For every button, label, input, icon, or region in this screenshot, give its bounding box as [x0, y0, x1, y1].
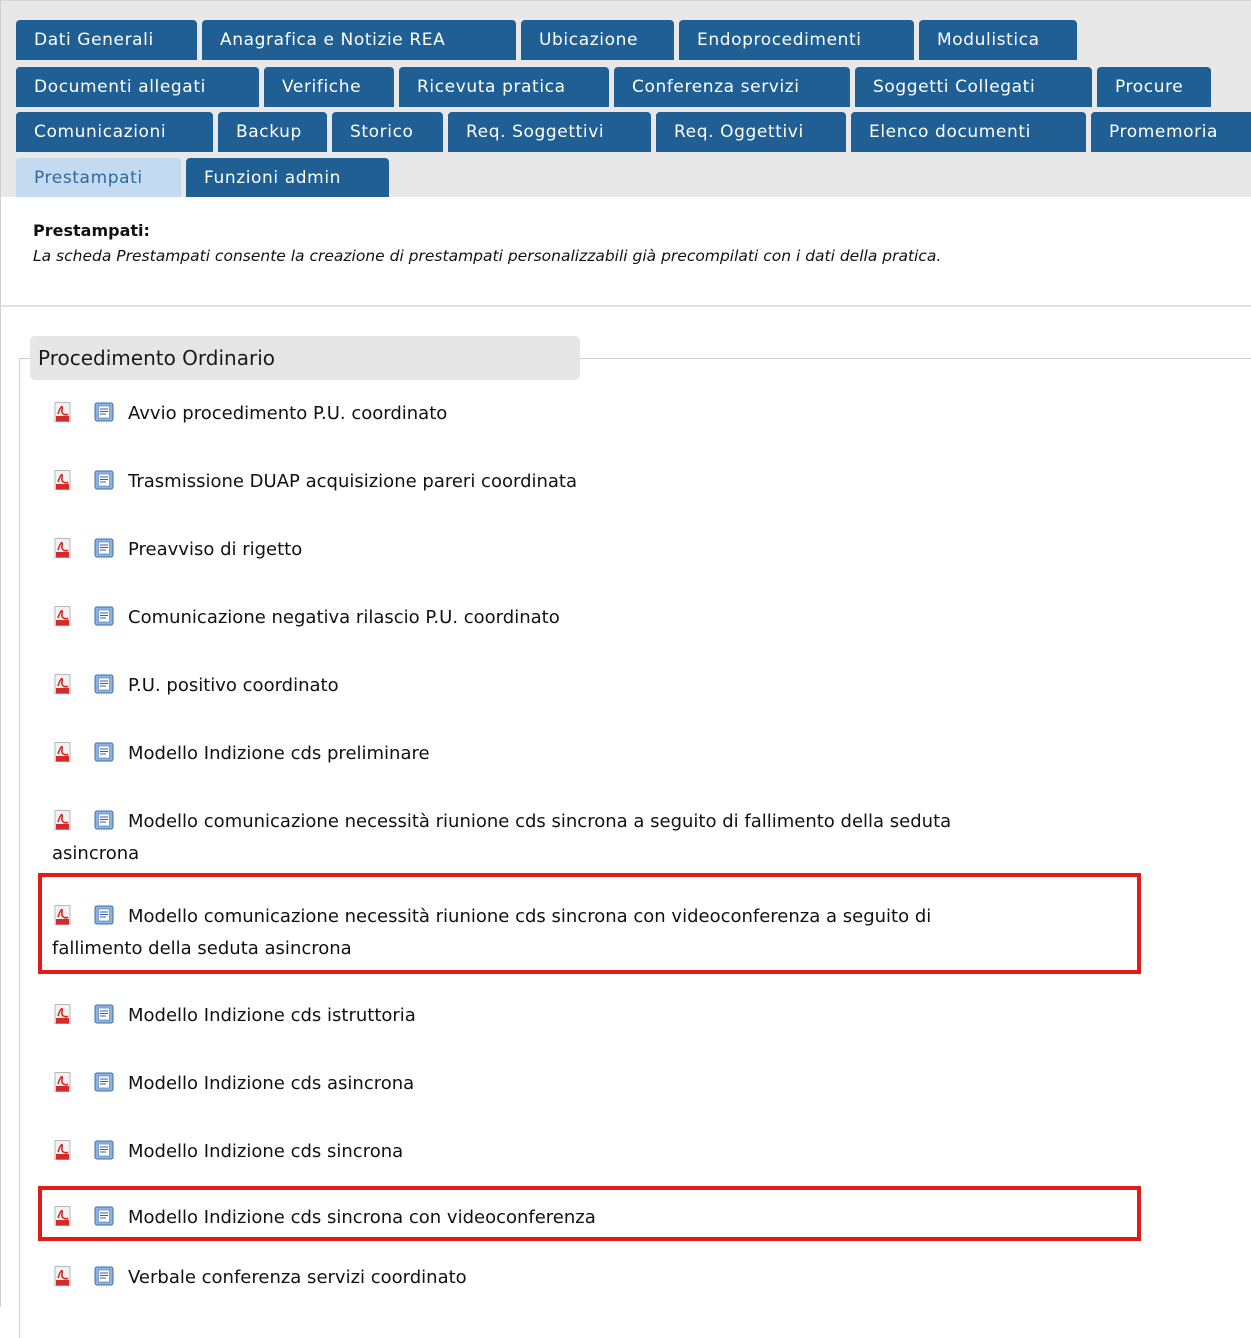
pdf-icon[interactable]	[54, 1003, 72, 1024]
tab-conferenza-servizi[interactable]: Conferenza servizi	[614, 67, 850, 107]
highlight-box-1	[38, 873, 1141, 974]
word-doc-icon[interactable]	[94, 605, 114, 626]
pdf-icon[interactable]	[54, 469, 72, 490]
prestampato-label-continued[interactable]: asincrona	[52, 843, 139, 864]
prestampato-item: Modello comunicazione necessità riunione…	[52, 806, 1152, 870]
prestampato-item: Modello Indizione cds istruttoria	[52, 1000, 1152, 1032]
prestampato-item: Modello Indizione cds asincrona	[52, 1068, 1152, 1100]
prestampato-label[interactable]: Preavviso di rigetto	[128, 539, 302, 560]
word-doc-icon[interactable]	[94, 1265, 114, 1286]
tab-procure[interactable]: Procure	[1097, 67, 1211, 107]
word-doc-icon[interactable]	[94, 469, 114, 490]
word-doc-icon[interactable]	[94, 741, 114, 762]
tab-funzioni-admin[interactable]: Funzioni admin	[186, 158, 389, 198]
prestampato-item: P.U. positivo coordinato	[52, 670, 1152, 702]
highlight-box-2	[38, 1186, 1141, 1241]
prestampato-label[interactable]: Verbale conferenza servizi coordinato	[128, 1267, 467, 1288]
tab-req-oggettivi[interactable]: Req. Oggettivi	[656, 112, 846, 152]
tab-comunicazioni[interactable]: Comunicazioni	[16, 112, 213, 152]
tab-backup[interactable]: Backup	[218, 112, 327, 152]
word-doc-icon[interactable]	[94, 809, 114, 830]
tab-documenti-allegati[interactable]: Documenti allegati	[16, 67, 259, 107]
tab-bar: Dati Generali Anagrafica e Notizie REA U…	[0, 0, 1251, 198]
prestampato-item: Verbale conferenza servizi coordinato	[52, 1262, 1152, 1294]
prestampato-label[interactable]: Modello Indizione cds preliminare	[128, 743, 430, 764]
prestampato-item: Avvio procedimento P.U. coordinato	[52, 398, 1152, 430]
pdf-icon[interactable]	[54, 537, 72, 558]
word-doc-icon[interactable]	[94, 537, 114, 558]
tab-modulistica[interactable]: Modulistica	[919, 20, 1077, 60]
prestampato-label[interactable]: Modello Indizione cds sincrona	[128, 1141, 403, 1162]
word-doc-icon[interactable]	[94, 1071, 114, 1092]
tab-soggetti-collegati[interactable]: Soggetti Collegati	[855, 67, 1092, 107]
description-title: Prestampati:	[33, 221, 150, 240]
word-doc-icon[interactable]	[94, 401, 114, 422]
prestampato-item: Preavviso di rigetto	[52, 534, 1152, 566]
prestampato-label[interactable]: Modello Indizione cds istruttoria	[128, 1005, 416, 1026]
tab-endoprocedimenti[interactable]: Endoprocedimenti	[679, 20, 914, 60]
prestampato-label[interactable]: P.U. positivo coordinato	[128, 675, 339, 696]
tab-storico[interactable]: Storico	[332, 112, 443, 152]
prestampato-label[interactable]: Trasmissione DUAP acquisizione pareri co…	[128, 471, 577, 492]
tab-ubicazione[interactable]: Ubicazione	[521, 20, 674, 60]
tab-req-soggettivi[interactable]: Req. Soggettivi	[448, 112, 651, 152]
pdf-icon[interactable]	[54, 809, 72, 830]
word-doc-icon[interactable]	[94, 1003, 114, 1024]
pdf-icon[interactable]	[54, 673, 72, 694]
pdf-icon[interactable]	[54, 741, 72, 762]
tab-promemoria[interactable]: Promemoria	[1091, 112, 1251, 152]
tab-prestampati[interactable]: Prestampati	[16, 158, 181, 198]
pdf-icon[interactable]	[54, 1071, 72, 1092]
pdf-icon[interactable]	[54, 401, 72, 422]
prestampato-item: Modello Indizione cds preliminare	[52, 738, 1152, 770]
prestampato-item: Trasmissione DUAP acquisizione pareri co…	[52, 466, 1152, 498]
pdf-icon[interactable]	[54, 605, 72, 626]
prestampato-item: Modello Indizione cds sincrona	[52, 1136, 1152, 1168]
tab-verifiche[interactable]: Verifiche	[264, 67, 394, 107]
tab-elenco-documenti[interactable]: Elenco documenti	[851, 112, 1086, 152]
section-legend: Procedimento Ordinario	[30, 336, 580, 380]
prestampato-item: Comunicazione negativa rilascio P.U. coo…	[52, 602, 1152, 634]
description-text: La scheda Prestampati consente la creazi…	[33, 247, 942, 265]
word-doc-icon[interactable]	[94, 1139, 114, 1160]
tab-anagrafica-notizie-rea[interactable]: Anagrafica e Notizie REA	[202, 20, 516, 60]
pdf-icon[interactable]	[54, 1265, 72, 1286]
prestampato-label[interactable]: Modello comunicazione necessità riunione…	[128, 811, 951, 832]
prestampato-label[interactable]: Modello Indizione cds asincrona	[128, 1073, 414, 1094]
word-doc-icon[interactable]	[94, 673, 114, 694]
tab-dati-generali[interactable]: Dati Generali	[16, 20, 197, 60]
tab-description: Prestampati: La scheda Prestampati conse…	[0, 197, 1251, 307]
pdf-icon[interactable]	[54, 1139, 72, 1160]
prestampato-label[interactable]: Comunicazione negativa rilascio P.U. coo…	[128, 607, 560, 628]
tab-ricevuta-pratica[interactable]: Ricevuta pratica	[399, 67, 609, 107]
prestampato-label[interactable]: Avvio procedimento P.U. coordinato	[128, 403, 447, 424]
